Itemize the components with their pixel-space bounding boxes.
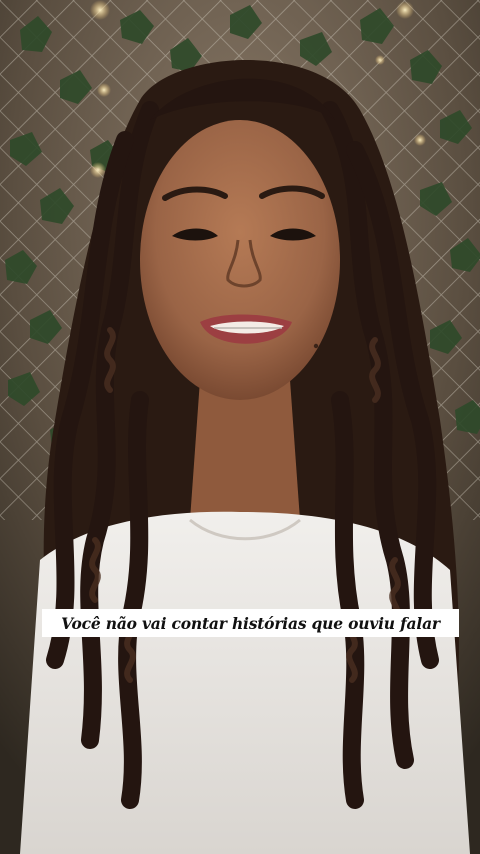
caption-bar: Você não vai contar histórias que ouviu …: [42, 609, 459, 637]
video-caption: Você não vai contar histórias que ouviu …: [61, 613, 440, 633]
video-scene: [0, 0, 480, 854]
video-frame[interactable]: Você não vai contar histórias que ouviu …: [0, 0, 480, 854]
